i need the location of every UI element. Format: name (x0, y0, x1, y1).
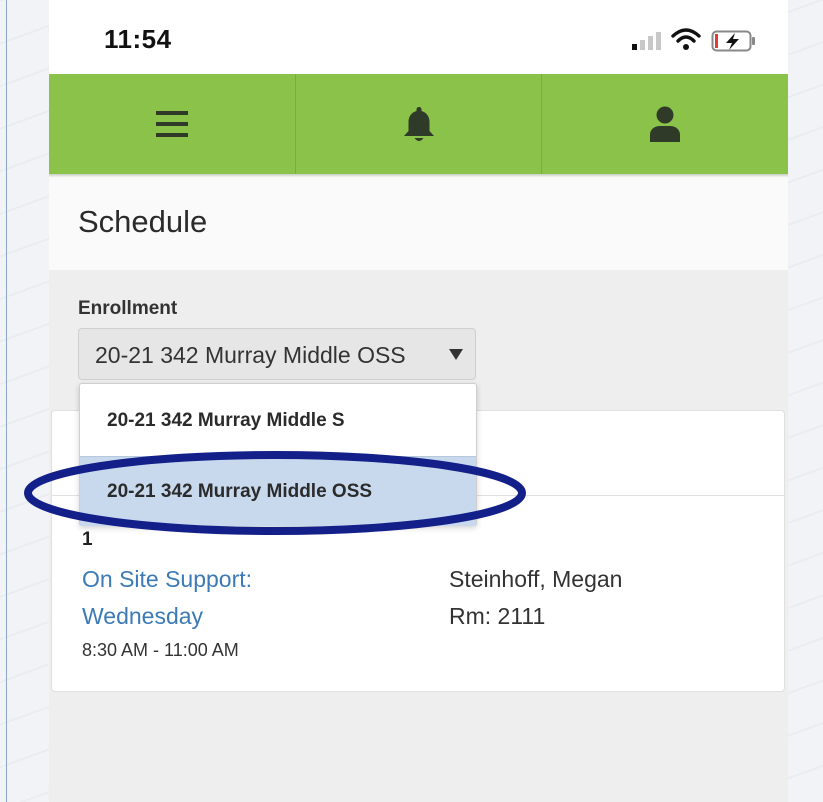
enrollment-option[interactable]: 20-21 342 Murray Middle S (80, 386, 476, 456)
course-day: Wednesday (82, 603, 204, 629)
enrollment-select[interactable]: 20-21 342 Murray Middle OSS (78, 328, 476, 380)
enrollment-option-selected[interactable]: 20-21 342 Murray Middle OSS (80, 456, 476, 526)
enrollment-selected-value: 20-21 342 Murray Middle OSS (95, 342, 406, 368)
wifi-icon (671, 28, 701, 50)
course-name: On Site Support: (82, 566, 253, 592)
page-title: Schedule (78, 204, 208, 239)
status-time: 11:54 (104, 24, 172, 54)
user-icon (650, 106, 681, 142)
period-number: 1 (82, 529, 93, 550)
cellular-signal-icon (632, 32, 661, 50)
teacher-info: Steinhoff, Megan Rm: 2111 (449, 561, 622, 635)
course-time-range: 8:30 AM - 11:00 AM (82, 640, 239, 660)
notifications-button[interactable] (296, 74, 543, 174)
status-bar: 11:54 (49, 0, 788, 74)
course-link[interactable]: On Site Support: Wednesday (82, 561, 302, 635)
enrollment-dropdown-menu: 20-21 342 Murray Middle S 20-21 342 Murr… (79, 383, 477, 526)
menu-button[interactable] (49, 74, 296, 174)
hamburger-menu-icon (155, 111, 188, 137)
top-nav-bar (49, 74, 788, 174)
teacher-name: Steinhoff, Megan (449, 566, 623, 592)
divider (6, 0, 7, 802)
room-number: Rm: 2111 (449, 603, 546, 629)
battery-charging-icon (711, 30, 755, 52)
caret-down-icon (449, 349, 463, 360)
schedule-content: Enrollment 20-21 342 Murray Middle OSS 1… (49, 270, 788, 802)
enrollment-label: Enrollment (78, 298, 178, 319)
bell-icon (403, 107, 434, 141)
page-header: Schedule (49, 178, 788, 270)
profile-button[interactable] (542, 74, 788, 174)
